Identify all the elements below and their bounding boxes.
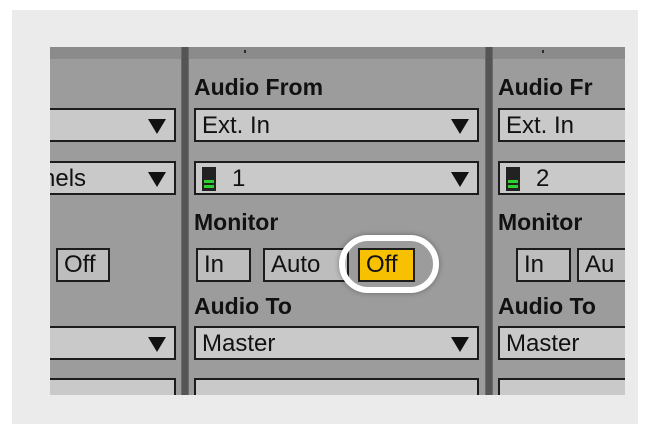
- monitor-label: Monitor: [498, 209, 583, 235]
- input-channel-value: nels: [50, 165, 87, 192]
- monitor-in-button[interactable]: In: [516, 248, 571, 282]
- audio-from-label: Audio From: [194, 74, 324, 100]
- track-divider: [485, 47, 493, 395]
- level-meter-icon: [202, 167, 216, 191]
- dropdown-arrow-icon: [451, 172, 469, 187]
- audio-to-dropdown[interactable]: Master: [194, 326, 479, 360]
- monitor-auto-button[interactable]: Au: [577, 248, 625, 282]
- monitor-off-button[interactable]: Off: [358, 248, 415, 282]
- track-status-field[interactable]: [194, 378, 479, 395]
- monitor-in-button[interactable]: In: [196, 248, 251, 282]
- track-right: Audio Fr Ext. In 2 Monitor In Au Audio T…: [493, 47, 625, 395]
- monitor-off-button[interactable]: Off: [56, 248, 110, 282]
- track-tick: [244, 50, 246, 53]
- input-type-value: Ext. In: [506, 112, 575, 139]
- audio-to-value: Master: [506, 330, 580, 357]
- input-type-dropdown[interactable]: Ext. In: [194, 108, 479, 142]
- track-status-field[interactable]: [50, 378, 176, 395]
- audio-to-dropdown[interactable]: [50, 326, 176, 360]
- input-type-dropdown[interactable]: [50, 108, 176, 142]
- input-channel-dropdown[interactable]: 1: [194, 161, 479, 195]
- input-channel-dropdown[interactable]: nels: [50, 161, 176, 195]
- track-left: nels Off: [50, 47, 181, 395]
- input-type-value: Ext. In: [202, 112, 271, 139]
- track-middle: Audio From Ext. In 1 Monitor In Auto Off…: [189, 47, 485, 395]
- audio-from-label: Audio Fr: [498, 74, 593, 100]
- monitor-label: Monitor: [194, 209, 279, 235]
- mixer-io-section: nels Off Audio From Ext. In 1 Monitor In…: [50, 47, 625, 395]
- monitor-auto-button[interactable]: Auto: [263, 248, 349, 282]
- dropdown-arrow-icon: [451, 337, 469, 352]
- audio-to-value: Master: [202, 330, 276, 357]
- audio-to-label: Audio To: [498, 293, 596, 319]
- track-tick: [542, 50, 544, 53]
- dropdown-arrow-icon: [148, 119, 166, 134]
- dropdown-arrow-icon: [148, 337, 166, 352]
- input-channel-value: 2: [536, 165, 550, 192]
- input-channel-value: 1: [232, 165, 246, 192]
- track-divider: [181, 47, 189, 395]
- track-status-field[interactable]: [498, 378, 625, 395]
- dropdown-arrow-icon: [451, 119, 469, 134]
- dropdown-arrow-icon: [148, 172, 166, 187]
- input-channel-dropdown[interactable]: 2: [498, 161, 625, 195]
- audio-to-label: Audio To: [194, 293, 292, 319]
- audio-to-dropdown[interactable]: Master: [498, 326, 625, 360]
- level-meter-icon: [506, 167, 520, 191]
- input-type-dropdown[interactable]: Ext. In: [498, 108, 625, 142]
